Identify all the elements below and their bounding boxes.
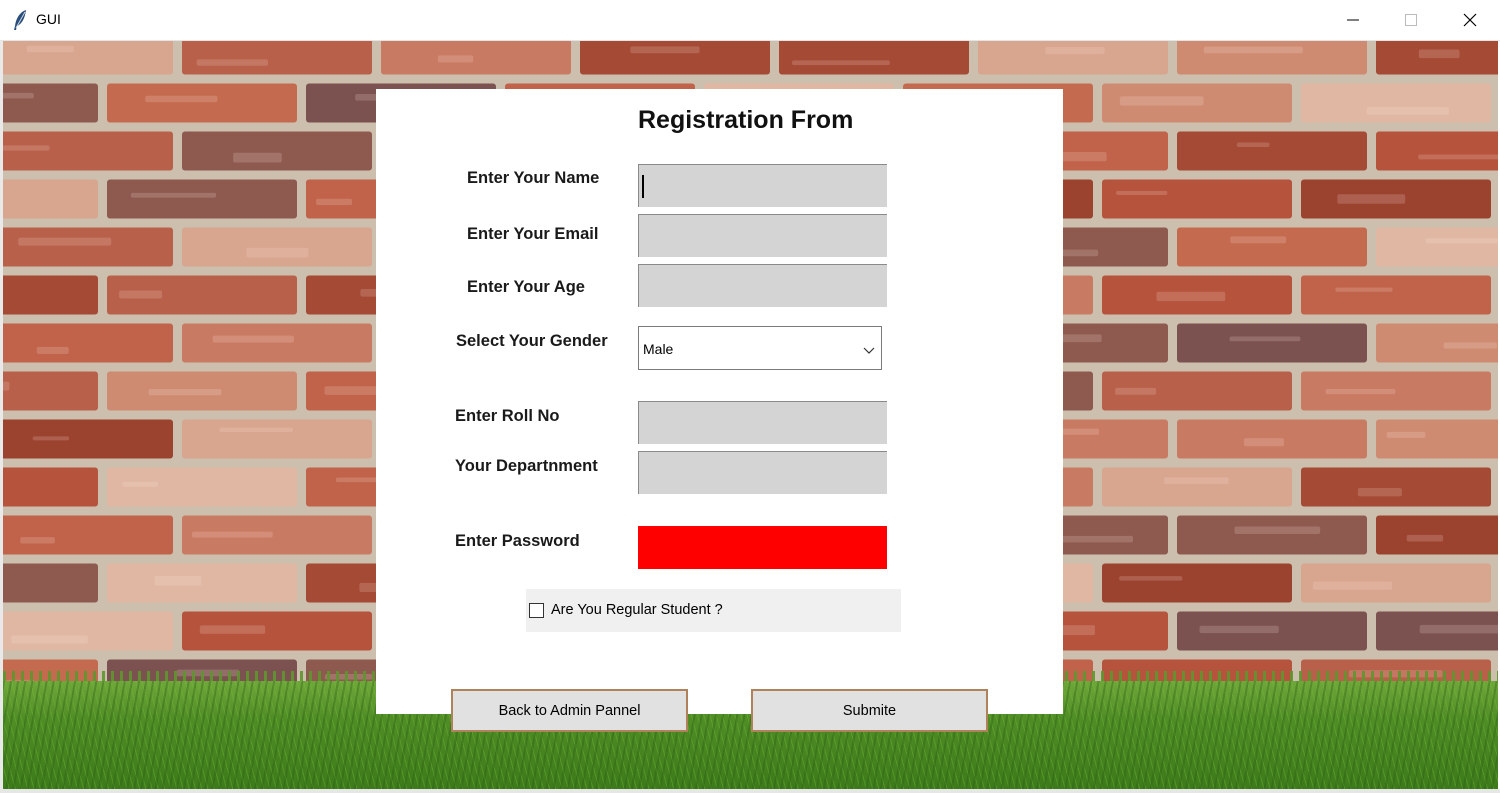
- age-field[interactable]: [638, 264, 887, 307]
- regular-student-option[interactable]: Are You Regular Student ?: [526, 589, 901, 632]
- rollno-label: Enter Roll No: [455, 407, 560, 425]
- department-label: Your Departnment: [455, 457, 598, 475]
- feather-icon: [12, 9, 30, 31]
- chevron-down-icon: [863, 342, 875, 360]
- email-label: Enter Your Email: [467, 225, 599, 243]
- close-icon: [1463, 13, 1477, 27]
- rollno-field[interactable]: [638, 401, 887, 444]
- password-label: Enter Password: [455, 532, 580, 550]
- text-cursor: [642, 175, 644, 198]
- back-to-admin-button[interactable]: Back to Admin Pannel: [451, 689, 688, 732]
- form-title: Registration From: [638, 106, 854, 134]
- maximize-icon: [1405, 14, 1417, 26]
- regular-student-label[interactable]: Are You Regular Student ?: [551, 602, 723, 618]
- submit-button[interactable]: Submite: [751, 689, 988, 732]
- window-title: GUI: [36, 11, 61, 27]
- password-field[interactable]: [638, 526, 887, 569]
- age-label: Enter Your Age: [467, 278, 585, 296]
- gender-select[interactable]: Male: [638, 326, 882, 370]
- maximize-button[interactable]: [1382, 0, 1440, 40]
- gender-label: Select Your Gender: [456, 332, 608, 350]
- minimize-button[interactable]: [1324, 0, 1382, 40]
- email-field[interactable]: [638, 214, 887, 257]
- regular-student-checkbox[interactable]: [529, 603, 544, 618]
- gender-select-value: Male: [643, 341, 674, 357]
- close-button[interactable]: [1441, 0, 1499, 40]
- name-field[interactable]: [638, 164, 887, 207]
- window-title-bar: GUI: [0, 0, 1500, 41]
- window-bottom-edge: [0, 789, 1500, 793]
- department-field[interactable]: [638, 451, 887, 494]
- minimize-icon: [1347, 14, 1359, 26]
- name-label: Enter Your Name: [467, 169, 600, 187]
